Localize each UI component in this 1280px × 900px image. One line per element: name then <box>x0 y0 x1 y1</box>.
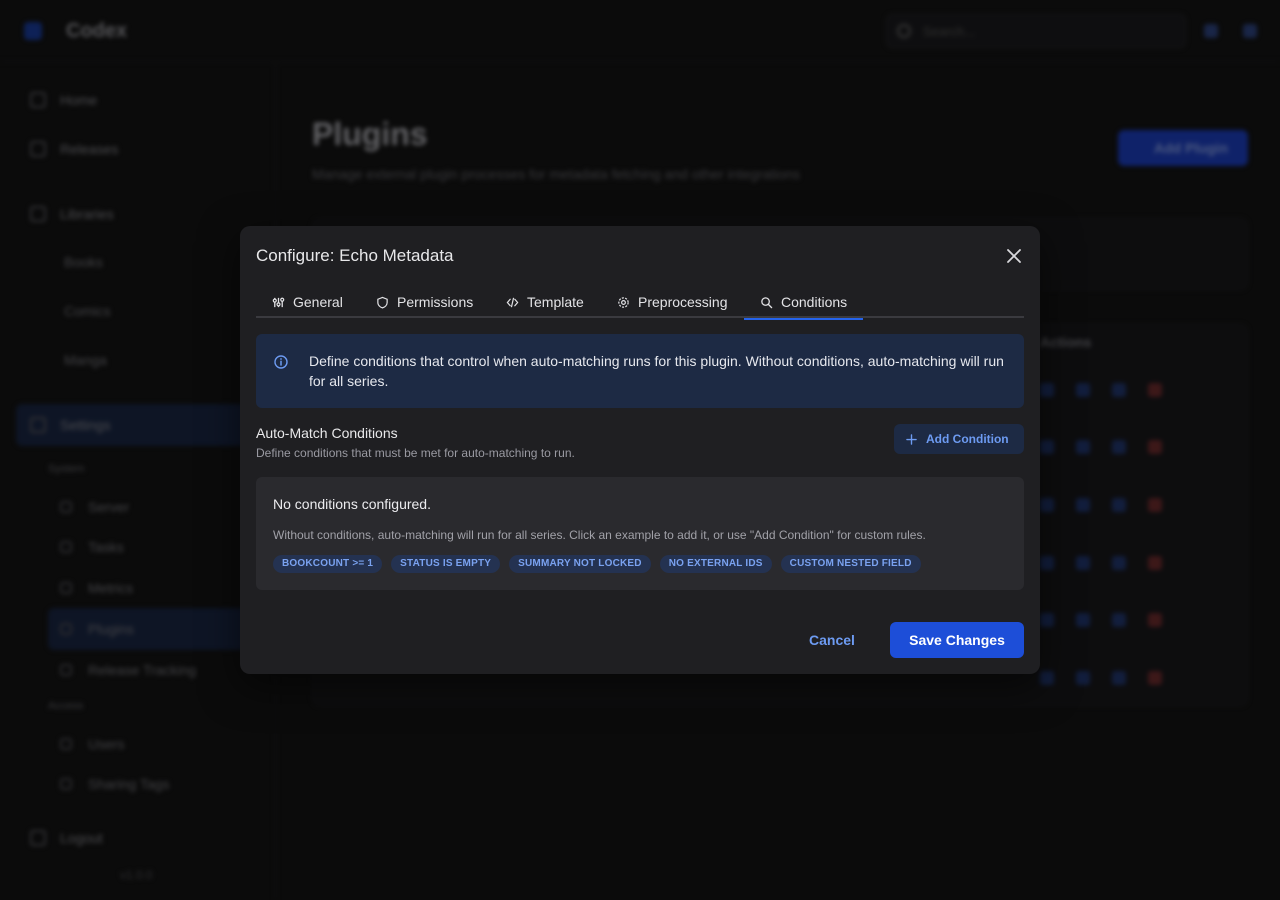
save-changes-button[interactable]: Save Changes <box>890 622 1024 658</box>
sliders-icon <box>272 297 285 307</box>
modal-tabs: General Permissions Template Preprocessi… <box>256 286 1024 320</box>
example-chips: BOOKCOUNT >= 1 STATUS IS EMPTY SUMMARY N… <box>273 555 921 573</box>
tab-template[interactable]: Template <box>490 286 600 318</box>
add-condition-label: Add Condition <box>926 432 1009 446</box>
example-chip-bookcount[interactable]: BOOKCOUNT >= 1 <box>273 555 383 573</box>
conditions-subtitle: Define conditions that must be met for a… <box>256 446 575 460</box>
app-root: Codex Search... Home Releases Libraries … <box>0 0 1280 900</box>
empty-description: Without conditions, auto-matching will r… <box>273 528 926 542</box>
conditions-title: Auto-Match Conditions <box>256 425 398 441</box>
tab-preprocessing[interactable]: Preprocessing <box>601 286 744 318</box>
empty-title: No conditions configured. <box>273 496 431 512</box>
close-button[interactable] <box>1004 246 1024 266</box>
tab-label: General <box>293 294 343 310</box>
example-chip-custom-nested-field[interactable]: CUSTOM NESTED FIELD <box>780 555 921 573</box>
example-chip-status-empty[interactable]: STATUS IS EMPTY <box>391 555 501 573</box>
info-text: Define conditions that control when auto… <box>309 353 1004 389</box>
tab-label: Preprocessing <box>638 294 728 310</box>
tab-permissions[interactable]: Permissions <box>360 286 489 318</box>
plus-icon <box>906 433 917 445</box>
cancel-button[interactable]: Cancel <box>792 622 872 658</box>
tab-conditions[interactable]: Conditions <box>744 286 864 320</box>
search-icon <box>761 296 773 308</box>
example-chip-summary-not-locked[interactable]: SUMMARY NOT LOCKED <box>509 555 651 573</box>
tab-label: Permissions <box>397 294 474 310</box>
shield-icon <box>377 296 388 309</box>
tab-label: Conditions <box>781 294 848 310</box>
info-alert: Define conditions that control when auto… <box>256 334 1024 408</box>
configure-plugin-modal: Configure: Echo Metadata General Permiss… <box>240 226 1040 674</box>
example-chip-no-external-ids[interactable]: NO EXTERNAL IDS <box>659 555 772 573</box>
empty-conditions-panel: No conditions configured. Without condit… <box>256 477 1024 590</box>
gear-icon <box>618 296 629 308</box>
tab-label: Template <box>527 294 584 310</box>
info-icon <box>274 355 288 369</box>
tab-general[interactable]: General <box>256 286 359 318</box>
add-condition-button[interactable]: Add Condition <box>894 424 1024 454</box>
close-icon <box>1007 249 1021 263</box>
code-icon <box>506 297 519 307</box>
modal-title: Configure: Echo Metadata <box>256 246 454 265</box>
